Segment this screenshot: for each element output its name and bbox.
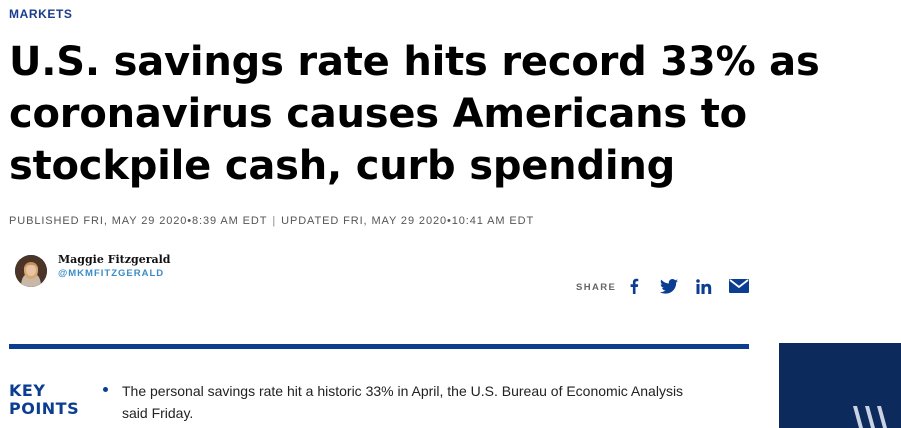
key-points-label-line: POINTS [9,399,80,418]
email-icon[interactable] [729,276,749,296]
updated-time: UPDATED FRI, MAY 29 2020•10:41 AM EDT [281,215,535,227]
share-label: SHARE [576,282,617,293]
key-points-list: The personal savings rate hit a historic… [103,380,703,424]
article-timestamps: PUBLISHED FRI, MAY 29 2020•8:39 AM EDT | U… [9,215,534,227]
headline-line: stockpile cash, curb spending [9,143,676,189]
published-time: PUBLISHED FRI, MAY 29 2020•8:39 AM EDT [9,215,268,227]
headline-line: coronavirus causes Americans to [9,91,747,137]
author-avatar[interactable] [15,255,47,287]
key-points-label-line: KEY [9,381,46,400]
facebook-icon[interactable] [624,276,644,296]
author-name[interactable]: Maggie Fitzgerald [58,253,171,266]
headline-line: U.S. savings rate hits record 33% as [9,39,820,85]
bullet-icon [103,387,108,392]
twitter-icon[interactable] [659,276,679,296]
section-link-markets[interactable]: MARKETS [9,7,73,21]
key-point-item: The personal savings rate hit a historic… [103,380,703,424]
linkedin-icon[interactable] [694,276,714,296]
key-point-text: The personal savings rate hit a historic… [122,383,684,421]
article-headline: U.S. savings rate hits record 33% as cor… [9,36,899,192]
timestamp-separator: | [272,215,277,227]
key-points-label: KEY POINTS [9,382,99,418]
author-handle[interactable]: @MKMFITZGERALD [58,268,164,279]
key-points-divider [9,344,749,349]
ad-panel[interactable] [779,343,901,428]
